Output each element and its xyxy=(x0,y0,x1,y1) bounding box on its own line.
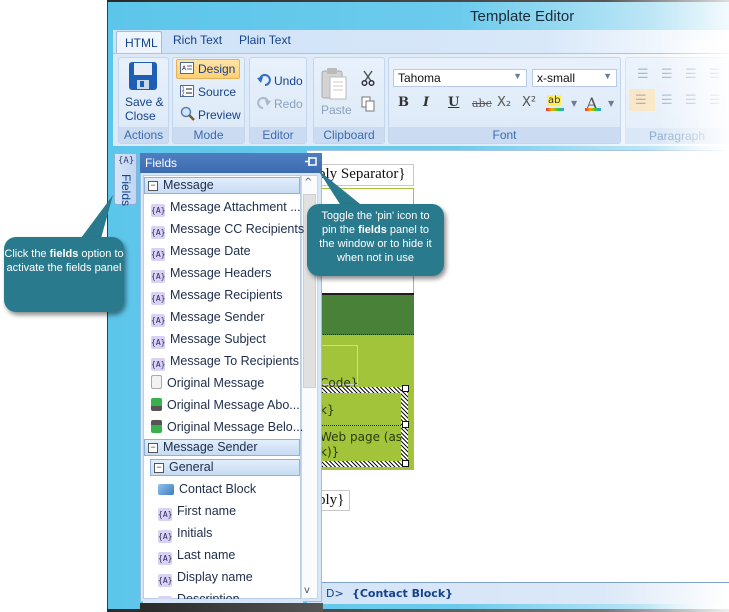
screenshot-stage: Template Editor HTML Rich Text Plain Tex… xyxy=(0,0,729,612)
callout-fields-tip: Click the fields option to activate the … xyxy=(4,237,124,312)
fields-tip-pointer xyxy=(78,195,113,242)
callout-pin-tip: Toggle the 'pin' icon to pin the fields … xyxy=(307,204,444,276)
callout-text: Click the xyxy=(4,248,50,260)
callout-bold: fields xyxy=(358,224,387,236)
callout-bold: fields xyxy=(49,248,79,260)
